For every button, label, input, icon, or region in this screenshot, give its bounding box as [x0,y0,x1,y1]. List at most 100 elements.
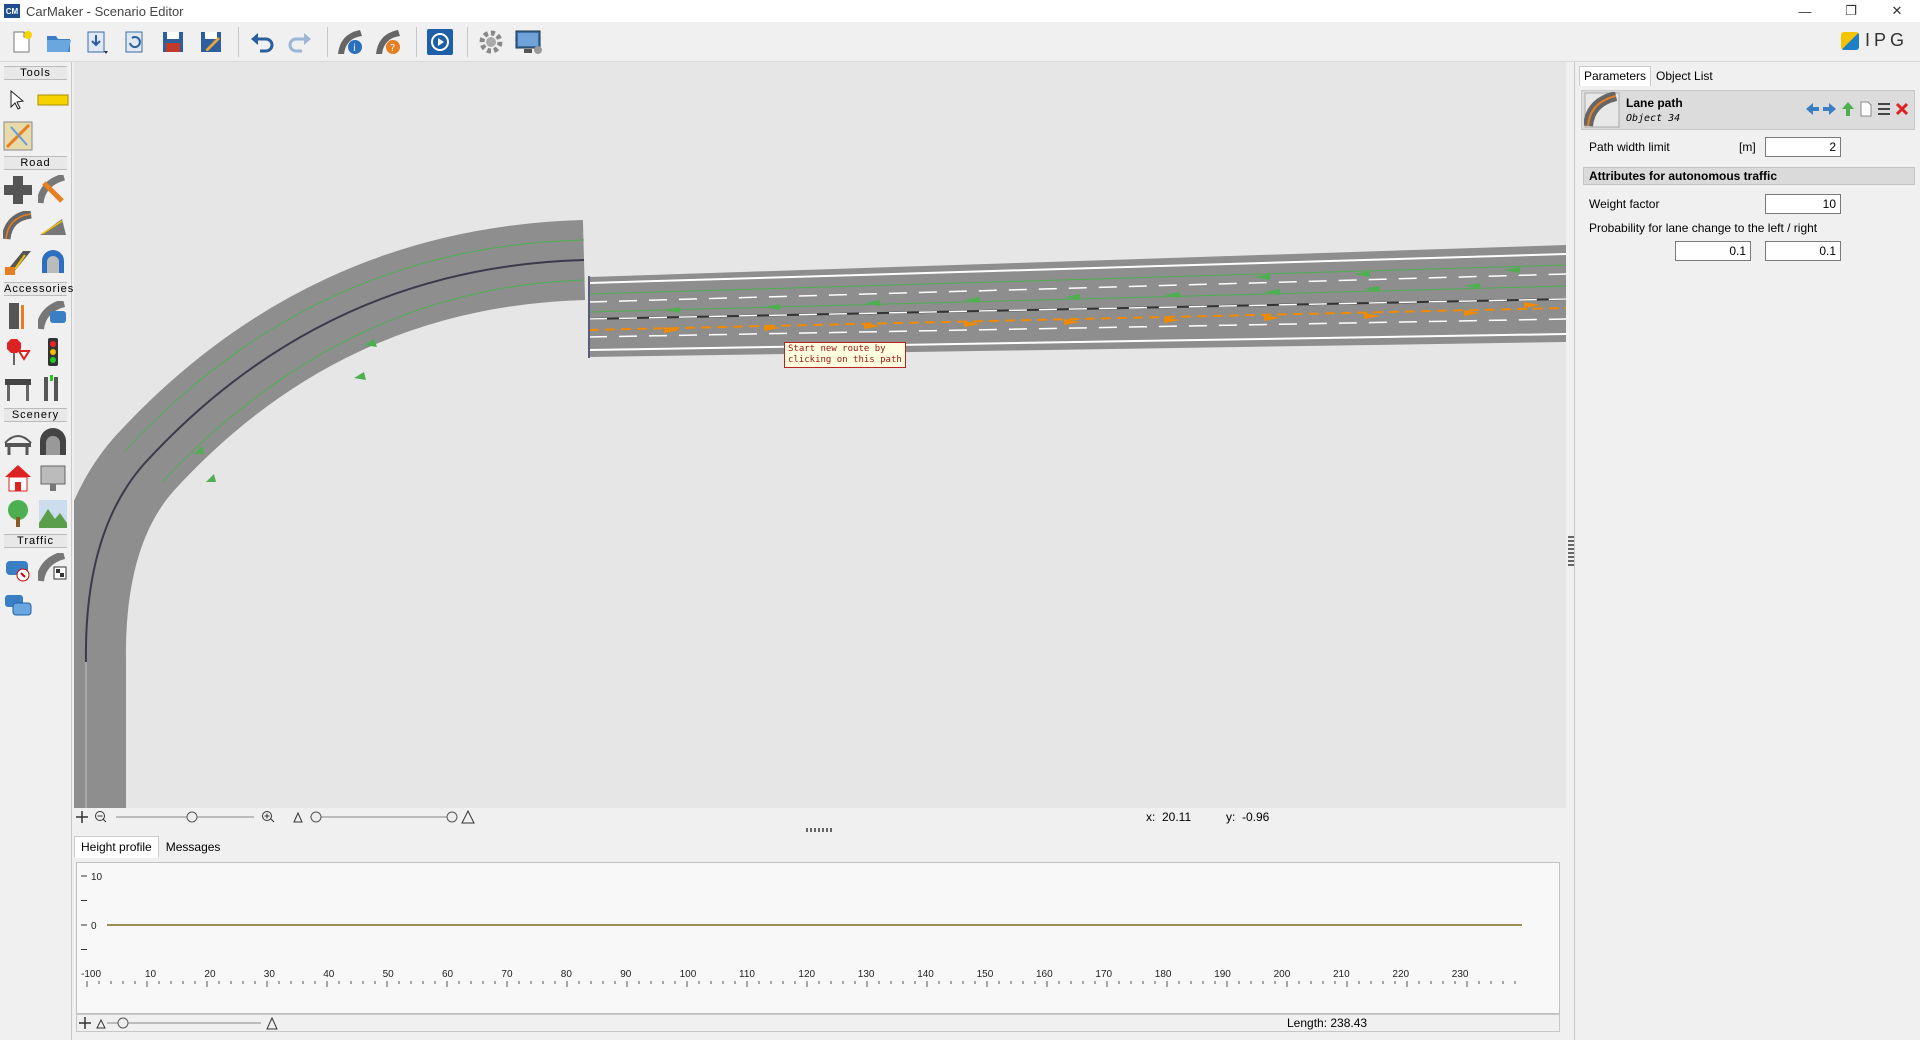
guardrail-icon[interactable] [2,300,34,332]
zoom-controls[interactable] [74,808,494,826]
poles-icon[interactable] [38,372,70,404]
import-icon[interactable] [80,25,114,59]
tab-parameters[interactable]: Parameters [1579,66,1652,86]
restore-button[interactable]: ❐ [1828,0,1874,22]
lane-change-left-field[interactable]: 0.1 [1675,241,1751,261]
route-length: Length: 238.43 [1287,1016,1368,1030]
toolbar-separator [238,26,239,57]
x-coord-value: 20.11 [1162,810,1192,824]
save-as-icon[interactable] [194,25,228,59]
open-folder-icon[interactable] [42,25,76,59]
x-tick-label: 210 [1333,969,1350,980]
right-tab-bar: Parameters Object List [1579,66,1920,86]
x-tick-label: -100 [81,969,101,980]
autonomous-traffic-section: Attributes for autonomous traffic [1583,167,1915,185]
road-marking-icon[interactable] [2,246,34,278]
reload-icon[interactable] [118,25,152,59]
x-tick-label: 70 [501,969,513,980]
y-tick-label: 0 [91,921,97,932]
close-button[interactable]: ✕ [1874,0,1920,22]
parent-object-icon[interactable] [1840,101,1856,117]
scenario-canvas[interactable]: Start new route by clicking on this path [74,62,1566,808]
height-slider-thumb-left [310,811,322,823]
weight-factor-field[interactable]: 10 [1765,194,1841,214]
x-tick-label: 20 [204,969,216,980]
x-tick-label: 110 [739,969,755,980]
y-tick-label: 10 [91,872,103,883]
object-palette: Tools Road Accessories Scenery Traffic [0,62,73,1040]
road-network-view[interactable] [74,62,1566,808]
landscape-icon[interactable] [38,498,70,530]
display-settings-icon[interactable] [512,25,546,59]
bridge-icon[interactable] [2,426,34,458]
tab-object-list[interactable]: Object List [1651,66,1718,86]
panel-splitter-grip[interactable] [806,828,834,832]
traffic-object-icon[interactable] [2,552,34,584]
y-coord-value: -0.96 [1242,810,1270,824]
path-width-label: Path width limit [1589,140,1670,154]
curved-road-icon[interactable] [2,210,34,242]
y-coord-label: y: [1226,810,1236,824]
ipg-logo-mark [1840,31,1859,50]
tunnel-road-icon[interactable] [38,246,70,278]
x-tick-label: 200 [1274,969,1291,980]
traffic-signs-icon[interactable] [2,336,34,368]
billboard-icon[interactable] [38,462,70,494]
path-width-unit: [m] [1739,140,1756,154]
road-help-icon[interactable]: ? [372,25,406,59]
play-scenario-icon[interactable] [423,25,457,59]
traffic-vehicles-icon[interactable] [2,588,34,620]
x-tick-label: 100 [680,969,697,980]
x-tick-label: 60 [442,969,454,980]
settings-gear-icon[interactable] [474,25,508,59]
window-controls: — ❐ ✕ [1782,0,1920,22]
redo-icon[interactable] [283,25,317,59]
ipg-logo-text: IPG [1864,30,1908,50]
traffic-light-icon[interactable] [38,336,70,368]
house-icon[interactable] [2,462,34,494]
select-pointer-icon[interactable] [2,84,33,116]
tunnel-icon[interactable] [38,426,70,458]
x-tick-label: 80 [561,969,573,980]
tab-height-profile[interactable]: Height profile [74,836,159,858]
object-title: Lane path [1626,96,1683,110]
path-width-field[interactable]: 2 [1765,137,1841,157]
vehicle-on-road-icon[interactable] [38,300,70,332]
undo-icon[interactable] [245,25,279,59]
tab-messages[interactable]: Messages [159,836,228,858]
pan-icon [76,811,88,823]
gantry-icon[interactable] [2,372,34,404]
svg-text:i: i [353,43,356,54]
x-tick-label: 160 [1036,969,1053,980]
profile-slider-thumb [117,1017,129,1029]
save-icon[interactable] [156,25,190,59]
lane-change-right-field[interactable]: 0.1 [1765,241,1841,261]
x-tick-label: 170 [1095,969,1112,980]
tree-icon[interactable] [2,498,34,530]
title-bar: CM CarMaker - Scenario Editor — ❐ ✕ [0,0,1920,22]
profile-zoom-controls[interactable] [77,1015,297,1031]
road-cross-icon[interactable] [38,174,70,206]
delete-object-icon[interactable] [1894,101,1910,117]
weight-factor-label: Weight factor [1589,197,1660,211]
menu-list-icon[interactable] [1876,101,1892,117]
minimize-button[interactable]: — [1782,0,1828,22]
height-scale-small-icon [96,1018,106,1029]
ruler-icon[interactable] [37,84,69,116]
canvas-status-bar: x: 20.11 y: -0.96 [74,808,1566,826]
palette-category-road: Road [4,156,67,170]
height-profile-status-bar: Length: 238.43 [76,1014,1560,1032]
next-object-icon[interactable] [1822,101,1838,117]
traffic-route-icon[interactable] [38,552,70,584]
height-scale-small-icon [293,811,303,823]
new-file-icon[interactable] [4,25,38,59]
junction-icon[interactable] [2,174,34,206]
curved-road-segment[interactable] [74,220,586,808]
parameters-panel: Parameters Object List Lane path Object … [1574,62,1920,1040]
map-tool-icon[interactable] [2,120,34,152]
road-info-icon[interactable]: i [334,25,368,59]
ramp-icon[interactable] [38,210,70,242]
new-object-icon[interactable] [1858,101,1874,117]
zoom-in-icon [262,811,275,823]
previous-object-icon[interactable] [1804,101,1820,117]
